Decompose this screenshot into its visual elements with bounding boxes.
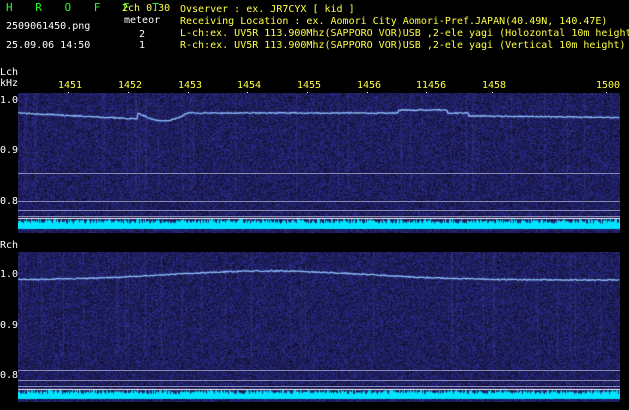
datetime: 25.09.06 14:50: [6, 40, 91, 51]
time-tick-label: 1454: [237, 80, 262, 91]
lch-refline: [18, 216, 620, 217]
time-tick-label: 1458: [482, 80, 507, 91]
rch-count: 1: [139, 40, 146, 51]
location-line: Receiving Location : ex. Aomori City Aom…: [180, 16, 608, 27]
time-tick-label: 1451: [58, 80, 83, 91]
rch-ytick-0.8: 0.8: [0, 370, 19, 381]
lch-info-line: L-ch:ex. UV5R 113.900Mhz(SAPPORO VOR)USB…: [180, 28, 629, 39]
event-label: meteor: [124, 15, 161, 26]
lch-ytick-0.9: 0.9: [0, 145, 19, 156]
rch-ytick-0.9: 0.9: [0, 320, 19, 331]
time-tick-label: 1500: [596, 80, 621, 91]
filename: 2509061450.png: [6, 21, 91, 32]
lch-spectrogram: [18, 93, 620, 233]
lch-ytick-0.8: 0.8: [0, 196, 19, 207]
time-tick-label: 1456: [357, 80, 382, 91]
rch-refline: [18, 370, 620, 371]
khz-label: kHz: [0, 78, 19, 89]
mode-label: 2ch 0.30: [122, 3, 171, 14]
time-tick-label: 11456: [416, 80, 447, 91]
observer-line: Ovserver : ex. JR7CYX [ kid ]: [180, 4, 355, 15]
rch-label: Rch: [0, 240, 19, 251]
lch-ytick-1.0: 1.0: [0, 95, 19, 106]
rch-ytick-1.0: 1.0: [0, 269, 19, 280]
lch-refline: [18, 210, 620, 211]
lch-refline: [18, 201, 620, 202]
time-tick-label: 1455: [297, 80, 322, 91]
rch-refline: [18, 386, 620, 387]
rch-refline: [18, 380, 620, 381]
time-tick-label: 1452: [118, 80, 143, 91]
rch-info-line: R-ch:ex. UV5R 113.900Mhz(SAPPORO VOR)USB…: [180, 40, 626, 51]
lch-refline: [18, 173, 620, 174]
time-tick-label: 1453: [178, 80, 203, 91]
